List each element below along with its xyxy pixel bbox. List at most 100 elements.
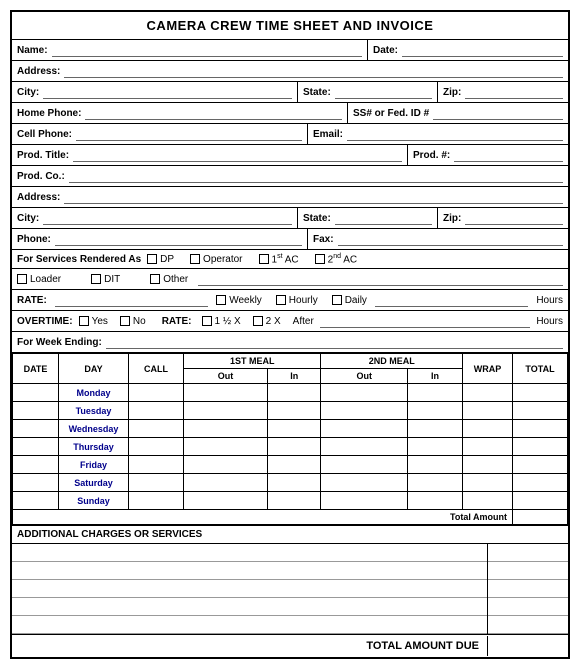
meal1-out-cell[interactable] (184, 402, 268, 420)
meal2-out-cell[interactable] (321, 384, 408, 402)
additional-amount-1[interactable] (488, 544, 568, 562)
rate1-5-checkbox[interactable] (202, 316, 212, 326)
hourly-checkbox[interactable] (276, 295, 286, 305)
call-cell[interactable] (129, 402, 184, 420)
total-amount-value[interactable] (513, 510, 568, 525)
additional-line-1[interactable] (12, 544, 487, 562)
wrap-cell[interactable] (463, 492, 513, 510)
meal1-in-cell[interactable] (268, 492, 321, 510)
meal1-in-cell[interactable] (268, 384, 321, 402)
zip2-field[interactable] (465, 211, 563, 225)
city-field[interactable] (43, 85, 292, 99)
meal2-out-cell[interactable] (321, 474, 408, 492)
meal2-out-cell[interactable] (321, 402, 408, 420)
meal1-in-cell[interactable] (268, 474, 321, 492)
date-input-cell[interactable] (13, 492, 59, 510)
meal2-in-cell[interactable] (408, 402, 463, 420)
dit-checkbox[interactable] (91, 274, 101, 284)
total-cell[interactable] (513, 402, 568, 420)
meal1-out-cell[interactable] (184, 492, 268, 510)
call-cell[interactable] (129, 420, 184, 438)
meal1-out-cell[interactable] (184, 438, 268, 456)
after-field[interactable] (320, 314, 531, 328)
meal2-out-cell[interactable] (321, 438, 408, 456)
week-ending-field[interactable] (106, 335, 563, 349)
total-cell[interactable] (513, 474, 568, 492)
wrap-cell[interactable] (463, 438, 513, 456)
meal1-out-cell[interactable] (184, 384, 268, 402)
meal2-out-cell[interactable] (321, 420, 408, 438)
dp-checkbox[interactable] (147, 254, 157, 264)
call-cell[interactable] (129, 474, 184, 492)
total-cell[interactable] (513, 438, 568, 456)
additional-line-4[interactable] (12, 598, 487, 616)
meal1-out-cell[interactable] (184, 474, 268, 492)
prod-title-field[interactable] (73, 148, 402, 162)
other-field[interactable] (198, 272, 563, 286)
additional-line-3[interactable] (12, 580, 487, 598)
name-field[interactable] (52, 43, 362, 57)
prod-co-field[interactable] (69, 169, 563, 183)
wrap-cell[interactable] (463, 420, 513, 438)
additional-line-5[interactable] (12, 616, 487, 634)
wrap-cell[interactable] (463, 456, 513, 474)
additional-amount-2[interactable] (488, 562, 568, 580)
wrap-cell[interactable] (463, 384, 513, 402)
meal2-in-cell[interactable] (408, 438, 463, 456)
meal1-in-cell[interactable] (268, 456, 321, 474)
date-input-cell[interactable] (13, 420, 59, 438)
yes-checkbox[interactable] (79, 316, 89, 326)
meal1-in-cell[interactable] (268, 438, 321, 456)
email-field[interactable] (347, 127, 563, 141)
rate2x-checkbox[interactable] (253, 316, 263, 326)
meal2-in-cell[interactable] (408, 456, 463, 474)
total-due-value[interactable] (488, 635, 568, 657)
ac2-checkbox[interactable] (315, 254, 325, 264)
date-input-cell[interactable] (13, 438, 59, 456)
meal2-out-cell[interactable] (321, 456, 408, 474)
rate-field[interactable] (55, 293, 208, 307)
address2-field[interactable] (64, 190, 563, 204)
meal2-in-cell[interactable] (408, 474, 463, 492)
total-cell[interactable] (513, 420, 568, 438)
state-field[interactable] (335, 85, 432, 99)
date-input-cell[interactable] (13, 474, 59, 492)
daily-hours-field[interactable] (375, 293, 528, 307)
other-checkbox[interactable] (150, 274, 160, 284)
phone-field[interactable] (55, 232, 302, 246)
prod-no-field[interactable] (454, 148, 563, 162)
home-phone-field[interactable] (85, 106, 342, 120)
total-cell[interactable] (513, 492, 568, 510)
ac1-checkbox[interactable] (259, 254, 269, 264)
fax-field[interactable] (338, 232, 563, 246)
date-input-cell[interactable] (13, 402, 59, 420)
total-cell[interactable] (513, 384, 568, 402)
meal1-in-cell[interactable] (268, 420, 321, 438)
meal2-out-cell[interactable] (321, 492, 408, 510)
state2-field[interactable] (335, 211, 432, 225)
call-cell[interactable] (129, 438, 184, 456)
date-field[interactable] (402, 43, 563, 57)
date-input-cell[interactable] (13, 456, 59, 474)
weekly-checkbox[interactable] (216, 295, 226, 305)
meal1-out-cell[interactable] (184, 456, 268, 474)
additional-line-2[interactable] (12, 562, 487, 580)
ss-field[interactable] (433, 106, 563, 120)
address-field[interactable] (64, 64, 563, 78)
meal1-out-cell[interactable] (184, 420, 268, 438)
meal1-in-cell[interactable] (268, 402, 321, 420)
meal2-in-cell[interactable] (408, 420, 463, 438)
meal2-in-cell[interactable] (408, 492, 463, 510)
zip-field[interactable] (465, 85, 563, 99)
additional-amount-4[interactable] (488, 598, 568, 616)
call-cell[interactable] (129, 384, 184, 402)
no-checkbox[interactable] (120, 316, 130, 326)
loader-checkbox[interactable] (17, 274, 27, 284)
operator-checkbox[interactable] (190, 254, 200, 264)
call-cell[interactable] (129, 456, 184, 474)
call-cell[interactable] (129, 492, 184, 510)
meal2-in-cell[interactable] (408, 384, 463, 402)
cell-phone-field[interactable] (76, 127, 302, 141)
additional-amount-5[interactable] (488, 616, 568, 634)
additional-amount-3[interactable] (488, 580, 568, 598)
